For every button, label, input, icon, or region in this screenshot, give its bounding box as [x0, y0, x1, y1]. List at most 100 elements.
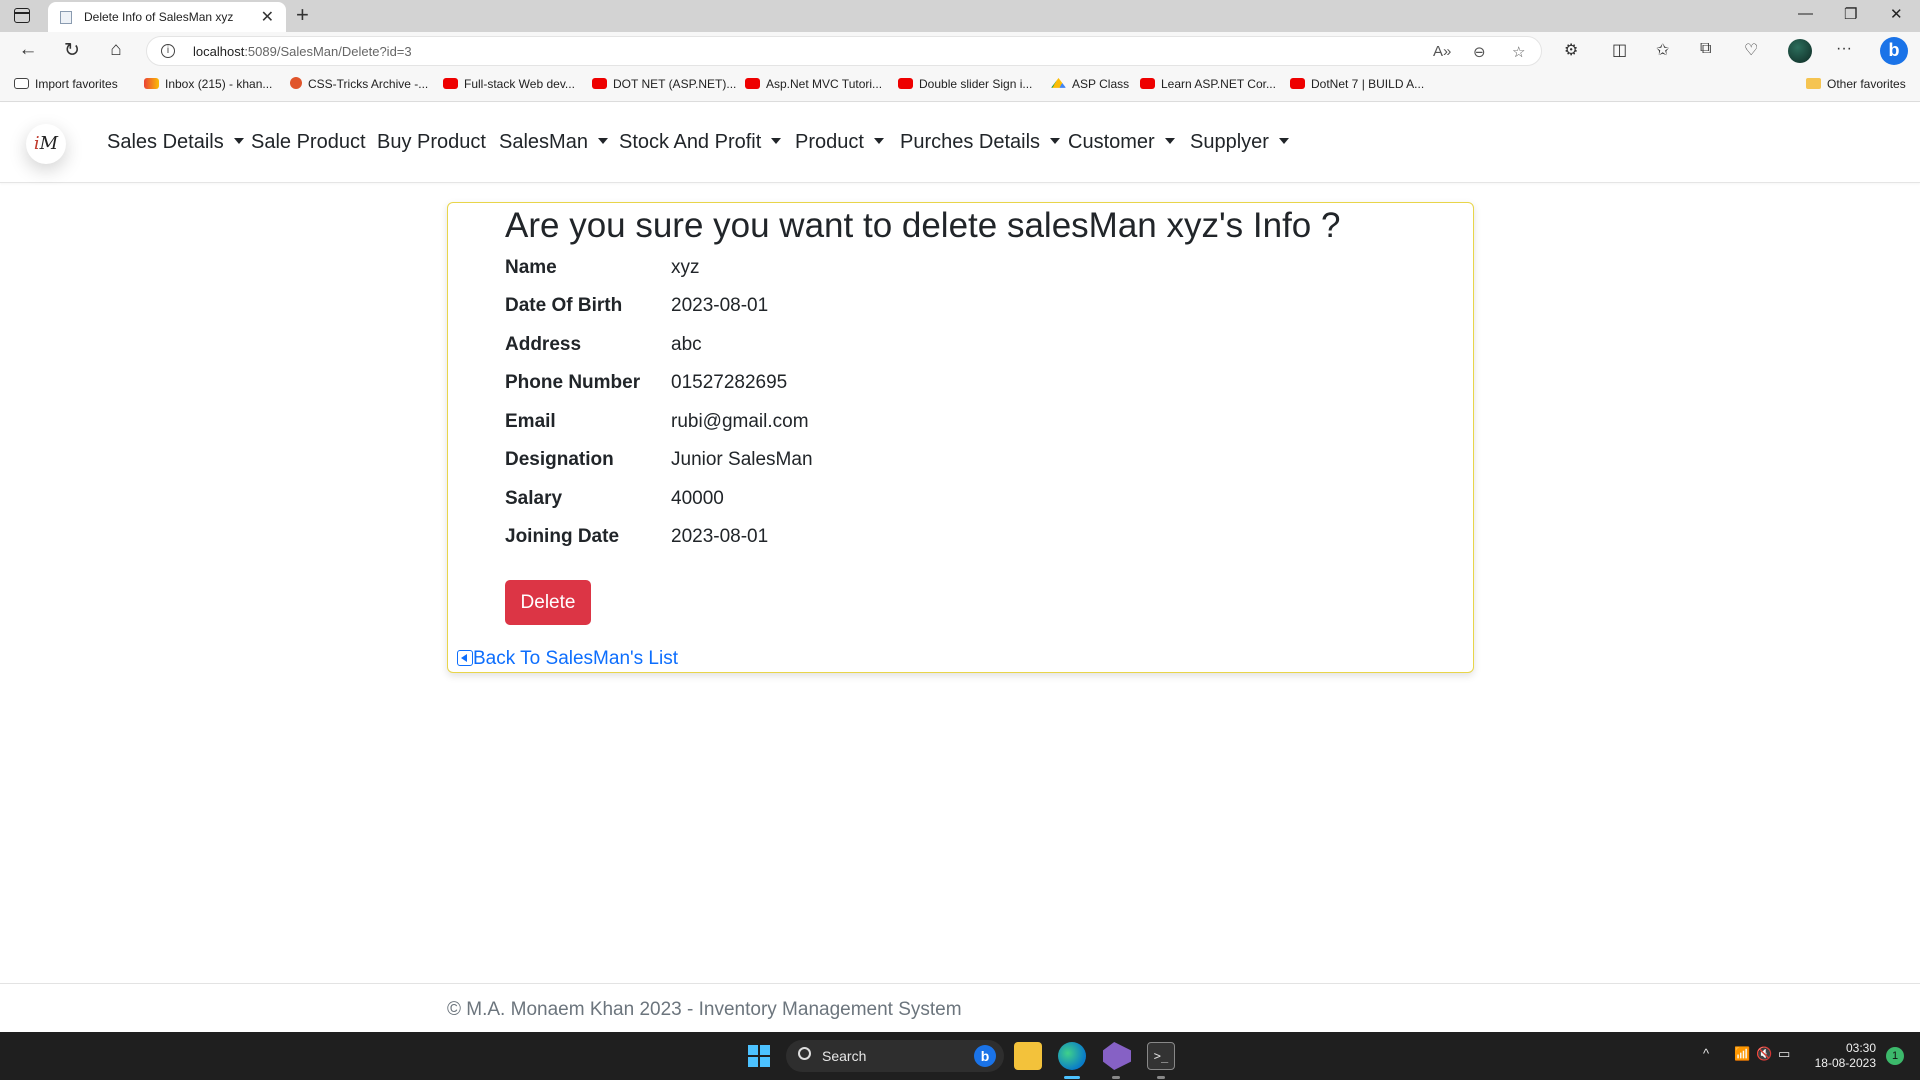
url-text[interactable]: localhost:5089/SalesMan/Delete?id=3 [193, 44, 412, 59]
detail-label: Salary [505, 488, 563, 509]
tab-title: Delete Info of SalesMan xyz [84, 10, 234, 24]
folder-icon [1806, 78, 1821, 89]
youtube-icon [745, 78, 760, 89]
favorite-item[interactable]: Asp.Net MVC Tutori... [745, 77, 882, 91]
caret-down-icon [1050, 138, 1061, 144]
detail-row-joining-date: Joining Date 2023-08-01 [505, 526, 768, 548]
search-label: Search [822, 1048, 867, 1064]
nav-buy-product[interactable]: Buy Product [377, 131, 486, 154]
notification-badge[interactable]: 1 [1886, 1047, 1904, 1065]
logo-text: M [39, 133, 59, 154]
address-bar[interactable]: i localhost:5089/SalesMan/Delete?id=3 A»… [146, 36, 1542, 66]
detail-value: 01527282695 [671, 372, 788, 393]
address-bar-row: ← ↻ ⌂ i localhost:5089/SalesMan/Delete?i… [0, 32, 1920, 70]
taskbar: Search b >_ ^ 📶 🔇 ▭ 03:30 18-08-2023 1 [0, 1032, 1920, 1080]
detail-label: Date Of Birth [505, 295, 623, 316]
favorites-bar: Import favorites Inbox (215) - khan... C… [0, 70, 1920, 102]
youtube-icon [898, 78, 913, 89]
more-options-icon[interactable]: ··· [1836, 40, 1852, 58]
browser-essentials-icon[interactable]: ♡ [1744, 40, 1758, 60]
wifi-icon[interactable]: 📶 [1734, 1046, 1750, 1062]
read-aloud-icon[interactable]: A» [1433, 43, 1451, 60]
back-to-list-link[interactable]: Back To SalesMan's List [457, 648, 678, 670]
caret-down-icon [873, 138, 884, 144]
detail-value: rubi@gmail.com [671, 411, 809, 432]
running-app-indicator [1112, 1076, 1120, 1079]
favorite-item[interactable]: Learn ASP.NET Cor... [1140, 77, 1276, 91]
tab-actions-icon[interactable] [14, 8, 30, 23]
battery-icon[interactable]: ▭ [1778, 1046, 1790, 1062]
minimize-icon[interactable]: — [1798, 5, 1813, 22]
new-tab-icon[interactable]: + [296, 2, 309, 28]
favorite-item[interactable]: Double slider Sign i... [898, 77, 1032, 91]
favorite-item[interactable]: Inbox (215) - khan... [144, 77, 272, 91]
nav-product[interactable]: Product [795, 131, 884, 154]
youtube-icon [443, 78, 458, 89]
home-icon[interactable]: ⌂ [104, 39, 128, 61]
nav-stock-and-profit[interactable]: Stock And Profit [619, 131, 782, 154]
detail-row-address: Address abc [505, 334, 702, 356]
windows-start-icon[interactable] [748, 1045, 770, 1067]
clock-date: 18-08-2023 [1814, 1056, 1876, 1070]
detail-value: 2023-08-01 [671, 526, 769, 547]
back-icon[interactable]: ← [16, 39, 40, 61]
page-footer: © M.A. Monaem Khan 2023 - Inventory Mana… [0, 983, 1920, 1032]
close-tab-icon[interactable]: ✕ [261, 7, 274, 27]
file-explorer-icon[interactable] [1014, 1042, 1042, 1070]
brand-logo[interactable]: iM [26, 124, 66, 164]
detail-row-email: Email rubi@gmail.com [505, 411, 809, 433]
site-info-icon[interactable]: i [161, 44, 175, 58]
nav-sale-product[interactable]: Sale Product [251, 131, 366, 154]
detail-row-name: Name xyz [505, 257, 700, 279]
taskbar-search[interactable]: Search b [786, 1040, 1004, 1072]
nav-customer[interactable]: Customer [1068, 131, 1175, 154]
favorite-star-icon[interactable]: ☆ [1512, 43, 1525, 61]
gmail-icon [144, 78, 159, 89]
caret-down-icon [233, 138, 244, 144]
restore-icon[interactable]: ❐ [1844, 5, 1857, 23]
close-window-icon[interactable]: ✕ [1890, 5, 1903, 23]
zoom-icon[interactable]: ⊖ [1473, 43, 1486, 61]
page-favicon-icon [60, 11, 72, 24]
nav-supplyer[interactable]: Supplyer [1190, 131, 1289, 154]
favorite-item[interactable]: CSS-Tricks Archive -... [290, 77, 428, 91]
nav-purches-details[interactable]: Purches Details [900, 131, 1061, 154]
detail-row-phone-number: Phone Number 01527282695 [505, 372, 787, 394]
detail-label: Phone Number [505, 372, 641, 393]
edge-icon[interactable] [1058, 1042, 1086, 1070]
other-favorites[interactable]: Other favorites [1806, 77, 1906, 91]
taskbar-clock[interactable]: 03:30 18-08-2023 [1812, 1041, 1876, 1071]
caret-left-square-icon [457, 650, 473, 666]
browser-tab[interactable]: Delete Info of SalesMan xyz ✕ [48, 2, 286, 32]
profile-avatar[interactable] [1788, 39, 1812, 63]
collections-icon[interactable]: ⧉ [1700, 40, 1711, 58]
favorite-item[interactable]: Import favorites [14, 77, 118, 91]
nav-salesman[interactable]: SalesMan [499, 131, 608, 154]
refresh-icon[interactable]: ↻ [60, 39, 84, 62]
footer-text: © M.A. Monaem Khan 2023 - Inventory Mana… [447, 999, 962, 1020]
detail-row-salary: Salary 40000 [505, 488, 724, 510]
youtube-icon [1290, 78, 1305, 89]
volume-muted-icon[interactable]: 🔇 [1756, 1046, 1772, 1062]
favorite-item[interactable]: ASP Class [1051, 77, 1129, 91]
favorites-icon[interactable]: ✩ [1656, 40, 1669, 60]
bing-copilot-icon[interactable]: b [1880, 37, 1908, 65]
show-hidden-icons-icon[interactable]: ^ [1703, 1046, 1709, 1061]
favorite-item[interactable]: DotNet 7 | BUILD A... [1290, 77, 1424, 91]
visual-studio-icon[interactable] [1103, 1042, 1131, 1070]
terminal-icon[interactable]: >_ [1147, 1042, 1175, 1070]
active-app-indicator [1064, 1076, 1080, 1079]
detail-label: Joining Date [505, 526, 620, 547]
nav-sales-details[interactable]: Sales Details [107, 131, 244, 154]
detail-label: Email [505, 411, 556, 432]
detail-label: Designation [505, 449, 614, 470]
caret-down-icon [1164, 138, 1175, 144]
detail-value: Junior SalesMan [671, 449, 813, 470]
favorite-item[interactable]: DOT NET (ASP.NET)... [592, 77, 736, 91]
favorite-item[interactable]: Full-stack Web dev... [443, 77, 575, 91]
extensions-icon[interactable]: ⚙ [1564, 40, 1578, 60]
youtube-icon [592, 78, 607, 89]
delete-button[interactable]: Delete [505, 580, 591, 625]
bing-icon[interactable]: b [974, 1045, 996, 1067]
split-screen-icon[interactable]: ◫ [1612, 40, 1627, 60]
